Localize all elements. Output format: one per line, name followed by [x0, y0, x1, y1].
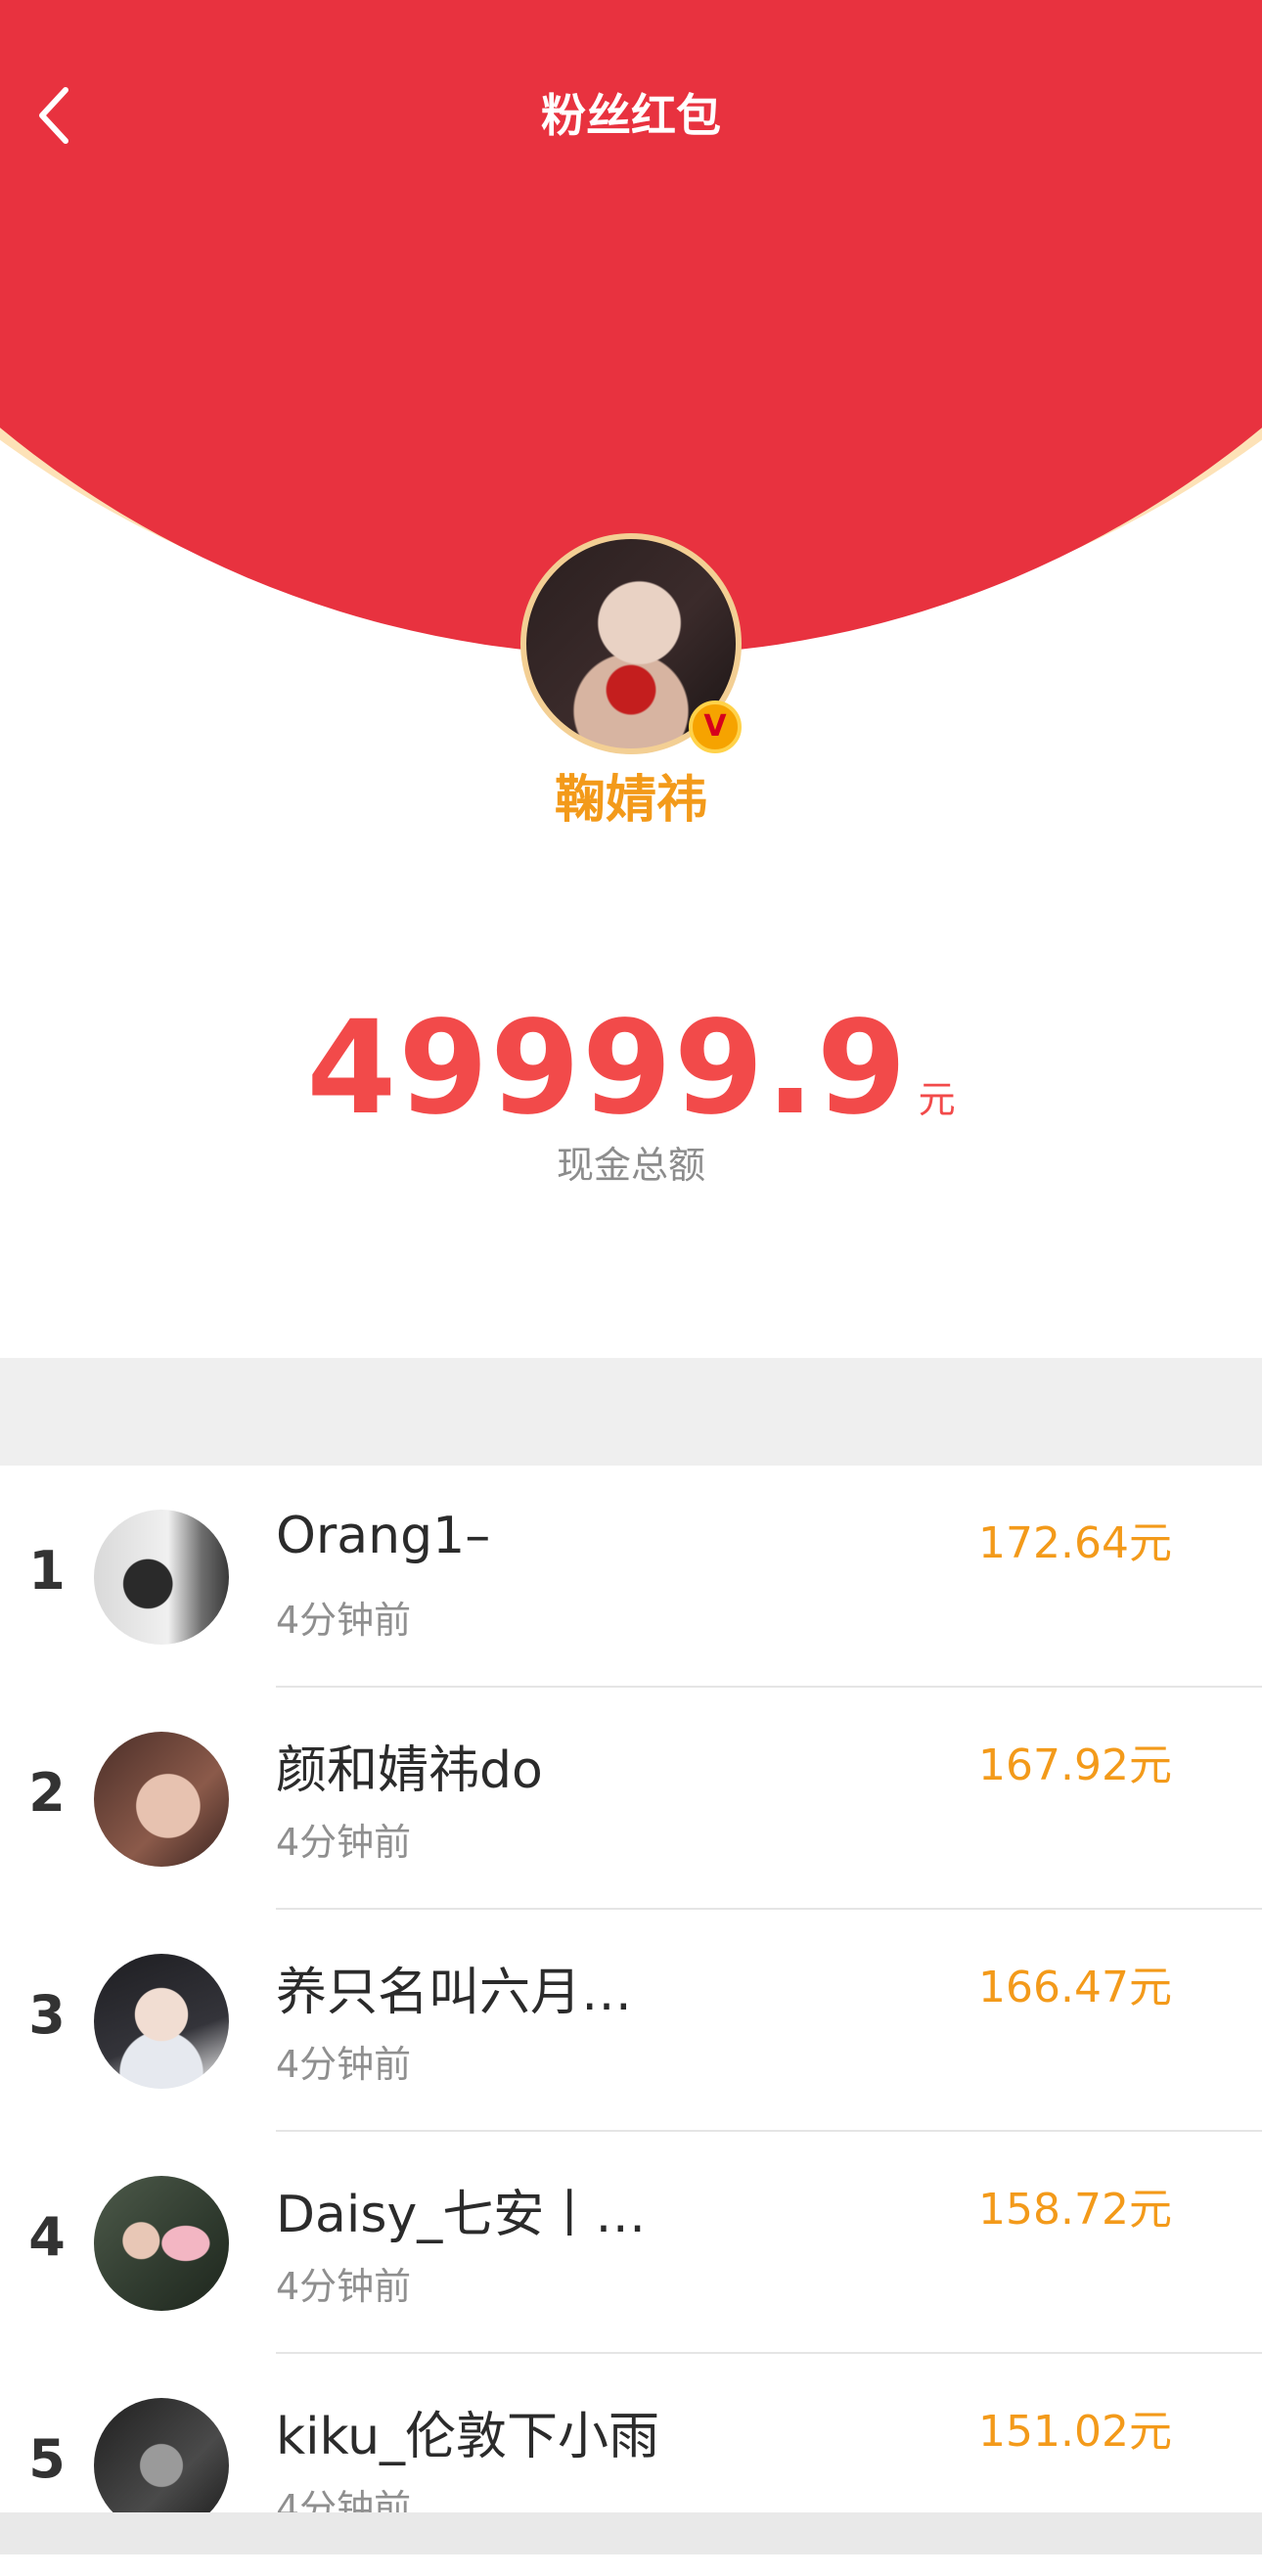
amount: 166.47元: [978, 1963, 1172, 2012]
page-title: 粉丝红包: [541, 89, 721, 142]
user-name: 颜和婧祎do: [276, 1741, 543, 1800]
avatar[interactable]: [94, 1954, 229, 2089]
total-amount: 49999.9 元: [0, 993, 1262, 1144]
rank-number: 3: [28, 1984, 66, 2046]
rank-number: 1: [28, 1540, 66, 1602]
amount: 151.02元: [978, 2407, 1172, 2457]
timestamp: 4分钟前: [276, 1821, 412, 1864]
timestamp: 4分钟前: [276, 2043, 412, 2086]
total-amount-label: 现金总额: [556, 1144, 705, 1187]
amount: 172.64元: [978, 1518, 1172, 1568]
amount: 158.72元: [978, 2185, 1172, 2235]
amount: 167.92元: [978, 1740, 1172, 1790]
total-amount-value: 49999.9: [306, 993, 909, 1144]
rank-number: 4: [28, 2206, 66, 2268]
user-name: Orang1–: [276, 1507, 491, 1565]
list-item[interactable]: 1 Orang1– 4分钟前 172.64元: [0, 1466, 1262, 1688]
avatar[interactable]: [94, 1732, 229, 1867]
user-name: Daisy_七安丨…: [276, 2186, 647, 2244]
rank-number: 2: [28, 1762, 66, 1824]
avatar[interactable]: [94, 2176, 229, 2311]
list-item[interactable]: 3 养只名叫六月… 4分钟前 166.47元: [0, 1910, 1262, 2132]
host-name[interactable]: 鞠婧祎: [0, 758, 1262, 832]
user-name: 养只名叫六月…: [276, 1964, 633, 2022]
user-name: kiku_伦敦下小雨: [276, 2408, 660, 2466]
timestamp: 4分钟前: [276, 2265, 412, 2308]
verified-badge-icon: V: [689, 700, 742, 753]
list-item[interactable]: 4 Daisy_七安丨… 4分钟前 158.72元: [0, 2132, 1262, 2354]
leaderboard-header: [0, 1358, 1262, 1466]
list-item[interactable]: 2 颜和婧祎do 4分钟前 167.92元: [0, 1688, 1262, 1910]
rank-number: 5: [28, 2428, 66, 2490]
avatar[interactable]: [94, 1510, 229, 1645]
timestamp: 4分钟前: [276, 1599, 412, 1642]
bottom-bar: [0, 2512, 1262, 2554]
total-amount-unit: 元: [918, 1078, 956, 1121]
